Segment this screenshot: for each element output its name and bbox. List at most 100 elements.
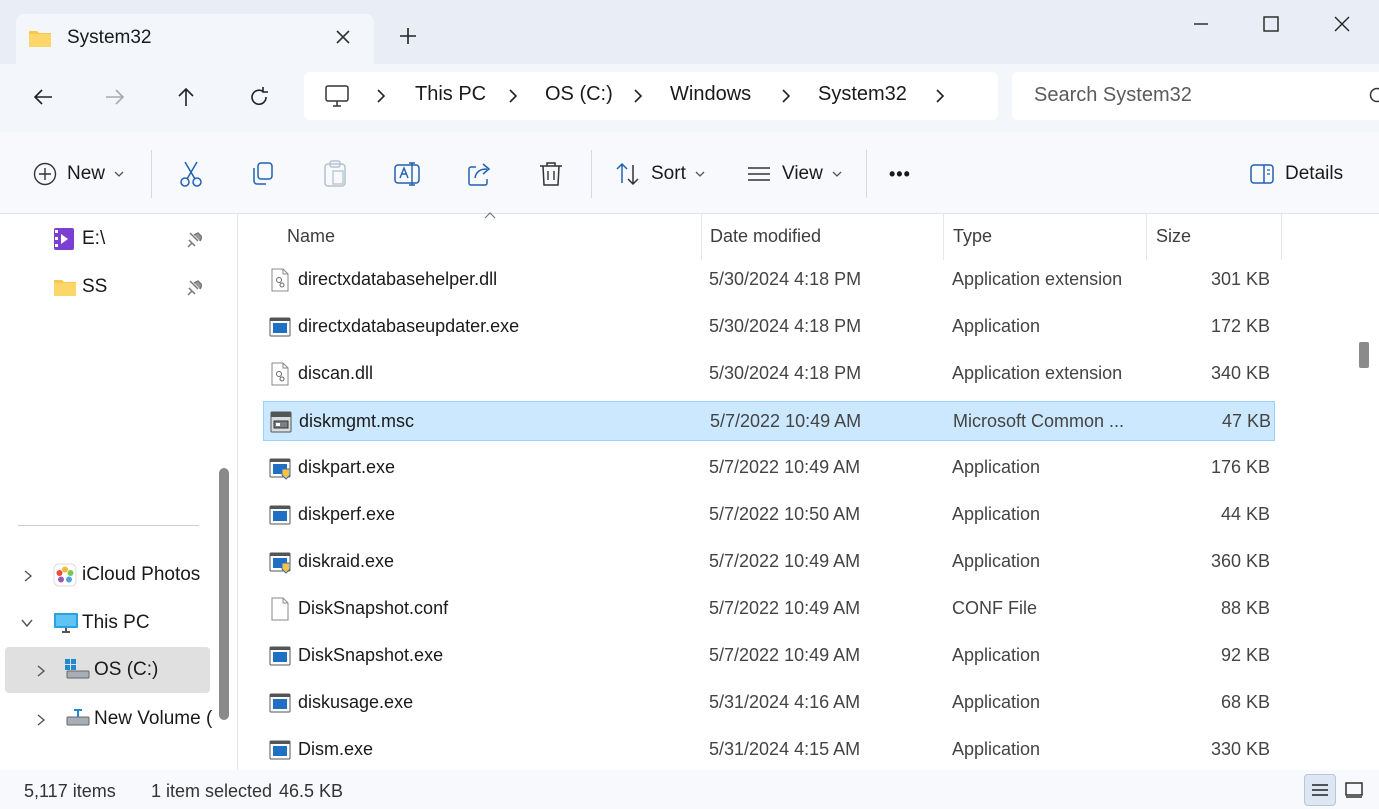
exe-icon [269,317,291,337]
command-bar: New Sort View ••• Details [0,132,1379,214]
file-row[interactable]: diskraid.exe 5/7/2022 10:49 AM Application… [263,542,1275,582]
search-icon [1369,87,1379,103]
file-row[interactable]: DiskSnapshot.conf 5/7/2022 10:49 AM CONF F… [263,589,1275,629]
breadcrumb-os-c[interactable]: OS (C:) [545,83,613,106]
nav-item-this-pc[interactable]: This PC [0,600,212,646]
nav-item-icloud-photos[interactable]: iCloud Photos [0,552,212,598]
exe-shield-icon [269,552,291,574]
chevron-right-icon[interactable] [35,713,47,727]
breadcrumb-system32[interactable]: System32 [818,83,907,106]
file-size: 172 KB [1210,316,1270,336]
sort-button[interactable]: Sort [615,156,706,192]
file-row[interactable]: diskusage.exe 5/31/2024 4:16 AM Applicatio… [263,683,1275,723]
toolbar-divider [866,150,867,198]
back-button[interactable] [26,82,60,112]
more-options-button[interactable]: ••• [889,156,911,192]
address-row: This PC OS (C:) Windows System32 Search … [0,64,1379,132]
column-divider[interactable] [1146,214,1147,260]
close-window-button[interactable] [1319,6,1365,42]
file-row[interactable]: discan.dll 5/30/2024 4:18 PM Application e… [263,354,1275,394]
pin-icon[interactable] [186,279,202,297]
maximize-button[interactable] [1248,6,1294,42]
chevron-right-icon[interactable] [931,85,949,107]
delete-button[interactable] [538,156,564,192]
tab-system32[interactable]: System32 [16,14,374,64]
cut-button[interactable] [178,156,204,192]
chevron-down-icon [114,171,124,177]
file-date: 5/7/2022 10:49 AM [709,457,861,477]
details-pane-button[interactable]: Details [1249,156,1343,192]
chevron-right-icon[interactable] [22,569,34,583]
column-divider[interactable] [943,214,944,260]
new-tab-button[interactable] [394,22,422,50]
file-list-scrollbar[interactable] [1359,342,1369,368]
file-row[interactable]: diskperf.exe 5/7/2022 10:50 AM Application… [263,495,1275,535]
details-view-button[interactable] [1304,774,1336,806]
file-size: 92 KB [1220,645,1270,665]
chevron-down-icon[interactable] [20,617,34,629]
view-list-icon [748,167,770,181]
close-tab-icon[interactable] [330,24,356,50]
exe-icon [269,693,291,713]
folder-icon [29,31,51,47]
file-name: diskusage.exe [298,692,414,712]
file-row[interactable]: diskpart.exe 5/7/2022 10:49 AM Application… [263,448,1275,488]
file-type: Application [952,504,1041,524]
exe-icon [269,646,291,666]
file-row[interactable]: DiskSnapshot.exe 5/7/2022 10:49 AM Applica… [263,636,1275,676]
paste-button[interactable] [322,156,348,192]
nav-item-new-volume[interactable]: New Volume (E [0,696,212,742]
new-button[interactable]: New [33,156,125,192]
copy-icon [253,162,273,185]
refresh-button[interactable] [242,82,276,112]
rename-icon [394,162,420,186]
tiles-view-button[interactable] [1338,774,1370,806]
breadcrumb-windows[interactable]: Windows [670,83,751,106]
column-divider[interactable] [1281,214,1282,260]
up-button[interactable] [169,82,203,112]
file-date: 5/31/2024 4:15 AM [709,739,861,759]
column-date[interactable]: Date modified [710,226,821,247]
file-type: CONF File [952,598,1037,618]
minimize-button[interactable] [1178,6,1224,42]
view-button[interactable]: View [746,156,843,192]
file-type: Application [952,457,1041,477]
nav-scrollbar[interactable] [219,468,229,720]
breadcrumb-this-pc[interactable]: This PC [415,83,486,106]
file-size: 360 KB [1210,551,1270,571]
arrow-left-icon [33,89,52,105]
forward-button[interactable] [98,82,132,112]
file-date: 5/7/2022 10:49 AM [709,598,861,618]
file-row[interactable]: directxdatabasehelper.dll 5/30/2024 4:18 … [263,260,1275,300]
main-area: E:\ SS iCloud Photos This PC OS (C:) New… [0,212,1379,770]
toolbar-divider [591,150,592,198]
file-row[interactable]: directxdatabaseupdater.exe 5/30/2024 4:18… [263,307,1275,347]
nav-item-os-c[interactable]: OS (C:) [5,647,210,693]
address-bar[interactable]: This PC OS (C:) Windows System32 [304,72,998,120]
nav-item-ss[interactable]: SS [0,264,212,310]
file-date: 5/30/2024 4:18 PM [709,363,862,383]
file-date: 5/7/2022 10:49 AM [710,411,862,431]
file-type: Application [952,692,1041,712]
column-name[interactable]: Name [287,226,335,247]
copy-button[interactable] [250,156,276,192]
column-size[interactable]: Size [1156,226,1191,247]
computer-icon [54,613,78,633]
item-count: 5,117 items [24,781,116,801]
search-input[interactable]: Search System32 [1012,72,1379,120]
plus-circle-icon [33,162,57,186]
toolbar-divider [151,150,152,198]
column-divider[interactable] [701,214,702,260]
rename-button[interactable] [393,156,421,192]
nav-item-e-drive[interactable]: E:\ [0,216,212,262]
navigation-pane: E:\ SS iCloud Photos This PC OS (C:) New… [0,214,238,770]
file-row[interactable]: Dism.exe 5/31/2024 4:15 AM Application 330 … [263,730,1275,770]
file-row[interactable]: diskmgmt.msc 5/7/2022 10:49 AM Microsoft C… [263,401,1275,441]
details-pane-icon [1250,164,1274,184]
chevron-right-icon[interactable] [35,664,47,678]
pin-icon[interactable] [186,231,202,249]
column-type[interactable]: Type [953,226,992,247]
share-button[interactable] [466,156,494,192]
chevron-right-icon [377,89,386,103]
chevron-down-icon [695,171,705,177]
